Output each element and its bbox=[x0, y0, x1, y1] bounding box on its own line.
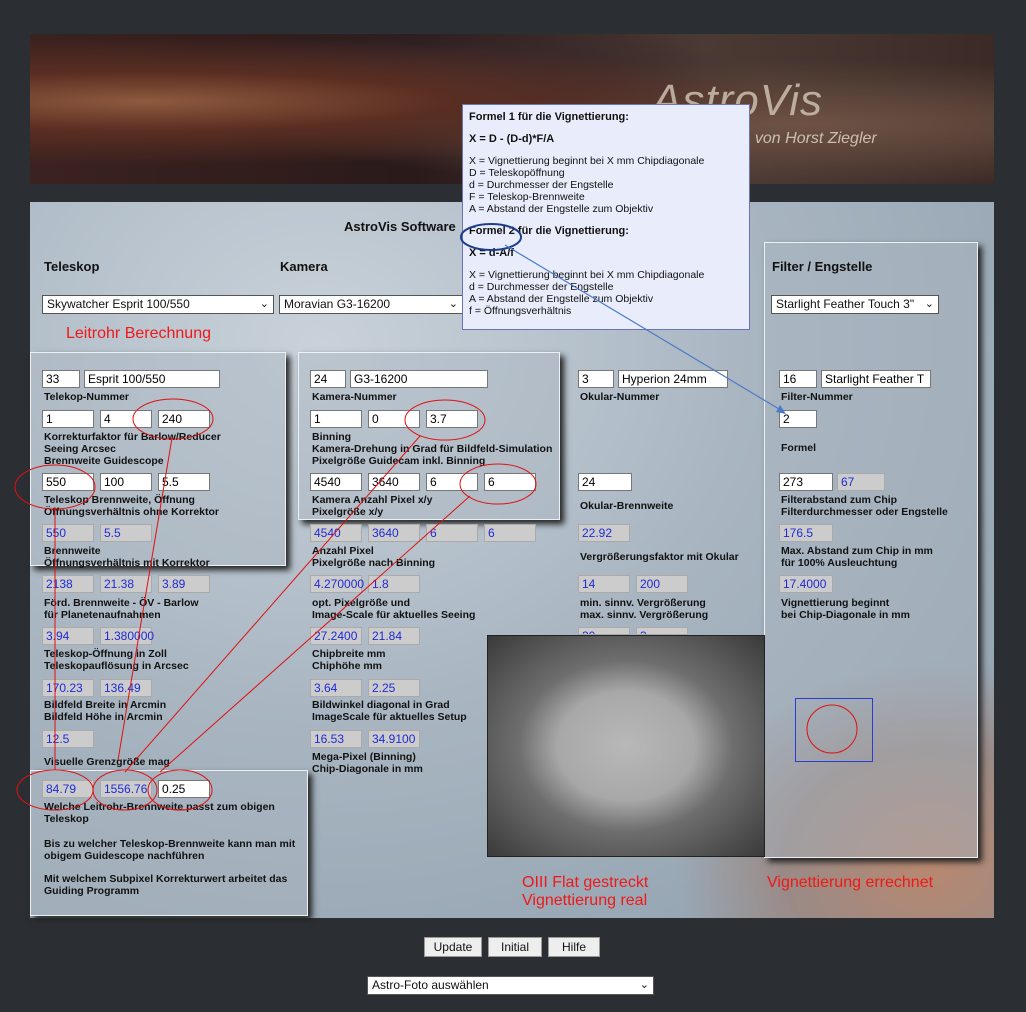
annotation-ellipse bbox=[459, 463, 537, 505]
annotation-ellipse bbox=[14, 464, 96, 510]
annotation-ellipse bbox=[132, 398, 214, 440]
annotation-line bbox=[124, 435, 421, 773]
formel-arrow-line bbox=[504, 244, 785, 413]
annotation-ellipse bbox=[806, 704, 858, 754]
hilfe-button[interactable]: Hilfe bbox=[548, 937, 600, 957]
annotation-line bbox=[117, 437, 173, 761]
annotation-overlay bbox=[14, 223, 858, 811]
annotation-ellipse bbox=[16, 769, 94, 811]
update-button[interactable]: Update bbox=[424, 937, 482, 957]
initial-button[interactable]: Initial bbox=[488, 937, 542, 957]
annotation-ellipse bbox=[147, 769, 213, 811]
annotation-ellipse bbox=[404, 399, 486, 441]
annotation-line bbox=[159, 495, 471, 773]
formel-highlight-ellipse bbox=[460, 223, 522, 251]
astro-foto-select[interactable]: Astro-Foto auswählen ⌄ bbox=[367, 976, 654, 995]
formel-arrow-head bbox=[776, 405, 786, 414]
annotation-ellipse bbox=[92, 769, 158, 811]
chevron-down-icon: ⌄ bbox=[639, 979, 649, 991]
